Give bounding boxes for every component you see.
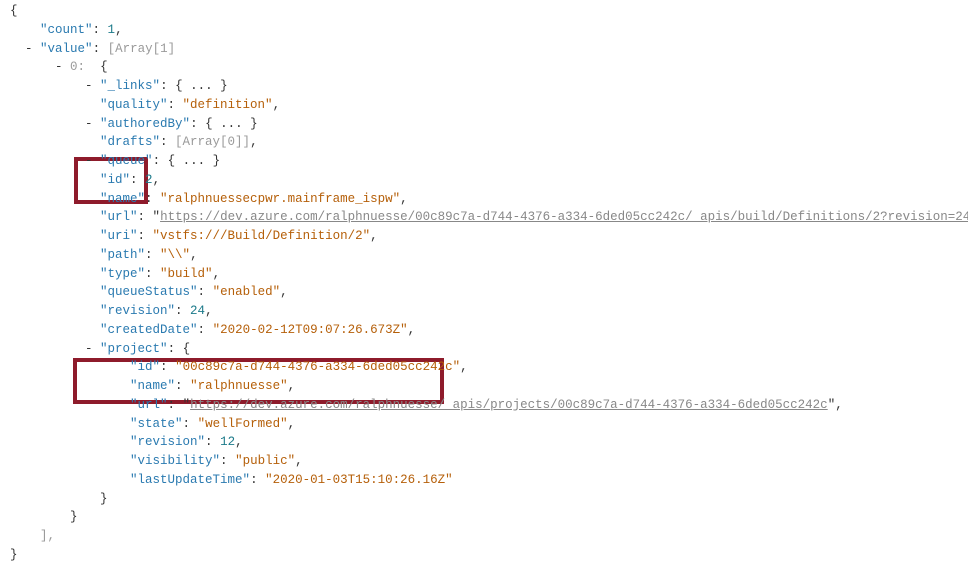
json-key: "queueStatus"	[100, 285, 198, 299]
json-line: "name": "ralphnuessecpwr.mainframe_ispw"…	[10, 190, 968, 209]
json-url[interactable]: https://dev.azure.com/ralphnuesse/00c89c…	[160, 210, 968, 224]
json-line: "type": "build",	[10, 265, 968, 284]
array-index: 0:	[70, 60, 85, 74]
json-line: - "queue": { ... }	[10, 152, 968, 171]
json-key: "project"	[100, 342, 168, 356]
json-key: "authoredBy"	[100, 117, 190, 131]
collapse-toggle[interactable]: -	[85, 117, 93, 131]
json-line: - "project": {	[10, 340, 968, 359]
collapse-toggle[interactable]: -	[85, 154, 93, 168]
json-value: "00c89c7a-d744-4376-a334-6ded05cc242c"	[175, 360, 460, 374]
json-value: "public"	[235, 454, 295, 468]
json-key: "uri"	[100, 229, 138, 243]
array-meta: [Array[0]]	[175, 135, 250, 149]
collapse-toggle[interactable]: -	[85, 79, 93, 93]
json-line: "visibility": "public",	[10, 452, 968, 471]
collapse-toggle[interactable]: -	[55, 60, 63, 74]
json-line: - "authoredBy": { ... }	[10, 115, 968, 134]
json-value: 24	[190, 304, 205, 318]
json-key: "id"	[100, 173, 130, 187]
json-key: "path"	[100, 248, 145, 262]
json-key: "name"	[130, 379, 175, 393]
json-key: "visibility"	[130, 454, 220, 468]
json-line: "url": "https://dev.azure.com/ralphnuess…	[10, 396, 968, 415]
json-value: "build"	[160, 267, 213, 281]
json-viewer: { "count": 1, - "value": [Array[1] - 0: …	[0, 0, 968, 565]
json-key: "lastUpdateTime"	[130, 473, 250, 487]
json-line: "count": 1,	[10, 21, 968, 40]
json-line: }	[10, 490, 968, 509]
json-key: "id"	[130, 360, 160, 374]
json-key: "type"	[100, 267, 145, 281]
json-line: - 0: {	[10, 58, 968, 77]
json-line: "queueStatus": "enabled",	[10, 283, 968, 302]
json-line: "quality": "definition",	[10, 96, 968, 115]
json-key: "_links"	[100, 79, 160, 93]
json-line: ],	[10, 527, 968, 546]
json-value: "ralphnuessecpwr.mainframe_ispw"	[160, 192, 400, 206]
json-key: "name"	[100, 192, 145, 206]
json-line: "url": "https://dev.azure.com/ralphnuess…	[10, 208, 968, 227]
json-key: "url"	[100, 210, 138, 224]
json-value: "2020-01-03T15:10:26.16Z"	[265, 473, 453, 487]
json-line: "path": "\\",	[10, 246, 968, 265]
json-key: "revision"	[130, 435, 205, 449]
json-key: "count"	[40, 23, 93, 37]
json-line: - "_links": { ... }	[10, 77, 968, 96]
json-line: }	[10, 546, 968, 565]
json-line: "uri": "vstfs:///Build/Definition/2",	[10, 227, 968, 246]
array-meta: [Array[1]	[108, 42, 176, 56]
json-value: "2020-02-12T09:07:26.673Z"	[213, 323, 408, 337]
json-line: "name": "ralphnuesse",	[10, 377, 968, 396]
json-key: "state"	[130, 417, 183, 431]
json-value: "wellFormed"	[198, 417, 288, 431]
json-value: "\\"	[160, 248, 190, 262]
json-line: "id": "00c89c7a-d744-4376-a334-6ded05cc2…	[10, 358, 968, 377]
json-value: 2	[145, 173, 153, 187]
json-line: "state": "wellFormed",	[10, 415, 968, 434]
json-key: "drafts"	[100, 135, 160, 149]
collapse-toggle[interactable]: -	[85, 342, 93, 356]
json-value: "ralphnuesse"	[190, 379, 288, 393]
json-line: }	[10, 508, 968, 527]
json-value: 1	[108, 23, 116, 37]
json-key: "url"	[130, 398, 168, 412]
json-key: "revision"	[100, 304, 175, 318]
json-key: "quality"	[100, 98, 168, 112]
json-value: "vstfs:///Build/Definition/2"	[153, 229, 371, 243]
json-value: 12	[220, 435, 235, 449]
json-line: "revision": 24,	[10, 302, 968, 321]
json-line: {	[10, 2, 968, 21]
json-key: "queue"	[100, 154, 153, 168]
json-value: "enabled"	[213, 285, 281, 299]
collapse-toggle[interactable]: -	[25, 42, 33, 56]
json-line: "lastUpdateTime": "2020-01-03T15:10:26.1…	[10, 471, 968, 490]
json-line: "createdDate": "2020-02-12T09:07:26.673Z…	[10, 321, 968, 340]
json-line: "id": 2,	[10, 171, 968, 190]
json-value: "definition"	[183, 98, 273, 112]
json-line: - "value": [Array[1]	[10, 40, 968, 59]
json-line: "revision": 12,	[10, 433, 968, 452]
json-key: "createdDate"	[100, 323, 198, 337]
json-line: "drafts": [Array[0]],	[10, 133, 968, 152]
json-key: "value"	[40, 42, 93, 56]
json-url[interactable]: https://dev.azure.com/ralphnuesse/_apis/…	[190, 398, 828, 412]
